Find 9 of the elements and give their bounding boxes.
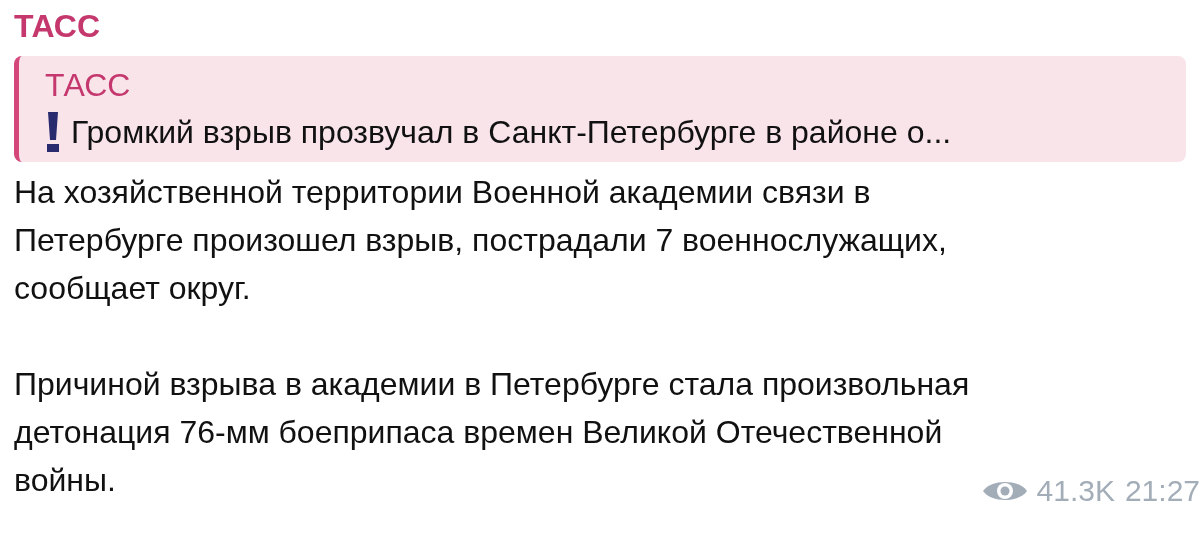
sender-name[interactable]: ТАСС xyxy=(14,6,101,46)
view-count: 41.3K xyxy=(1036,474,1115,508)
message-text: На хозяйственной территории Военной академии связи в Петербурге произошел взрыв, пострадали 7 военнослужащих, сообщает округ. xyxy=(14,173,947,308)
reply-text: Громкий взрыв прозвучал в Санкт-Петербурге в районе о... xyxy=(71,113,952,152)
message-text: Причиной взрыва в академии в Петербурге стала произвольная детонация 76-мм боеприпаса времен Великой Отечественной войны. xyxy=(14,365,970,500)
reply-sender: ТАСС xyxy=(45,66,131,105)
message-time: 21:27 xyxy=(1124,474,1200,508)
reply-quote[interactable]: ТАСС Громкий взрыв прозвучал в Санкт-Петербурге в районе о... xyxy=(14,56,1186,162)
exclamation-icon xyxy=(45,112,61,152)
